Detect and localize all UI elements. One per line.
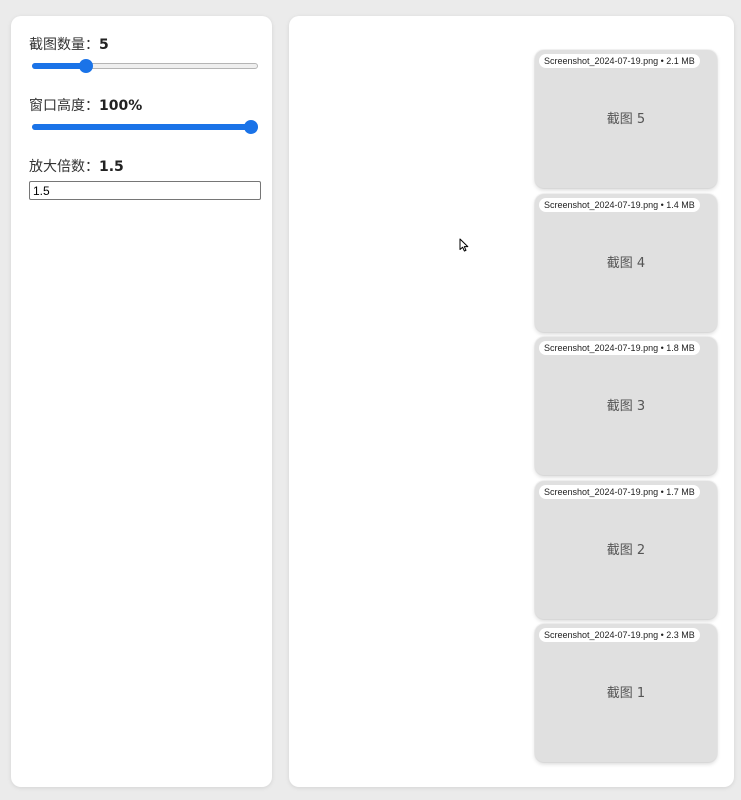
screenshot-label: 截图 2 [606, 542, 646, 558]
screenshot-filename: Screenshot_2024-07-19.png [544, 343, 659, 353]
screenshot-filename: Screenshot_2024-07-19.png [544, 630, 659, 640]
screenshot-label: 截图 5 [606, 112, 646, 127]
zoom-factor-label-text: 放大倍数： [29, 159, 99, 175]
preview-panel: Screenshot_2024-07-19.png • 2.1 MB 截图 5 Sc… [289, 16, 734, 787]
screenshot-card[interactable]: Screenshot_2024-07-19.png • 1.4 MB 截图 4 [535, 193, 717, 332]
screenshot-card[interactable]: Screenshot_2024-07-19.png • 2.3 MB 截图 1 [535, 624, 717, 762]
window-height-value: 100% [99, 98, 143, 114]
mouse-pointer-icon [459, 238, 469, 252]
zoom-factor-input[interactable] [29, 181, 261, 200]
screenshot-count-value: 5 [99, 37, 109, 53]
screenshot-card[interactable]: Screenshot_2024-07-19.png • 2.1 MB 截图 5 [535, 50, 717, 188]
window-height-label: 窗口高度：100% [29, 97, 261, 115]
screenshot-file-tag: Screenshot_2024-07-19.png • 2.1 MB [539, 54, 700, 68]
screenshot-count-slider[interactable] [29, 59, 261, 73]
screenshot-file-tag: Screenshot_2024-07-19.png • 2.3 MB [539, 628, 700, 642]
window-height-control: 窗口高度：100% [29, 97, 261, 134]
screenshot-label: 截图 3 [606, 399, 646, 414]
window-height-label-text: 窗口高度： [29, 98, 99, 114]
screenshot-filename: Screenshot_2024-07-19.png [544, 486, 659, 497]
screenshot-label: 截图 4 [606, 255, 646, 271]
screenshot-label: 截图 1 [606, 686, 646, 701]
controls-panel: 截图数量：5 窗口高度：100% 放大倍数：1.5 [11, 16, 272, 787]
screenshot-count-label-text: 截图数量： [29, 37, 99, 53]
screenshot-filesize: 1.8 MB [666, 343, 695, 353]
slider-fill [32, 124, 251, 130]
screenshot-filesize: 2.1 MB [666, 56, 695, 66]
screenshot-filesize: 2.3 MB [666, 630, 695, 640]
screenshot-count-control: 截图数量：5 [29, 36, 261, 73]
zoom-factor-value: 1.5 [99, 159, 124, 175]
screenshot-filesize: 1.7 MB [666, 486, 695, 497]
screenshot-filename: Screenshot_2024-07-19.png [544, 199, 659, 210]
screenshot-count-label: 截图数量：5 [29, 36, 261, 54]
screenshot-filename: Screenshot_2024-07-19.png [544, 56, 659, 66]
slider-fill [32, 63, 86, 69]
screenshot-card[interactable]: Screenshot_2024-07-19.png • 1.7 MB 截图 2 [535, 480, 717, 619]
slider-thumb[interactable] [78, 59, 93, 73]
screenshot-filesize: 1.4 MB [666, 199, 695, 210]
zoom-factor-control: 放大倍数：1.5 [29, 158, 261, 200]
screenshot-file-tag: Screenshot_2024-07-19.png • 1.7 MB [539, 484, 700, 499]
screenshot-file-tag: Screenshot_2024-07-19.png • 1.4 MB [539, 197, 700, 212]
slider-thumb[interactable] [244, 120, 258, 134]
screenshot-card[interactable]: Screenshot_2024-07-19.png • 1.8 MB 截图 3 [535, 337, 717, 475]
zoom-factor-label: 放大倍数：1.5 [29, 158, 261, 176]
window-height-slider[interactable] [29, 120, 261, 134]
screenshot-file-tag: Screenshot_2024-07-19.png • 1.8 MB [539, 341, 700, 355]
